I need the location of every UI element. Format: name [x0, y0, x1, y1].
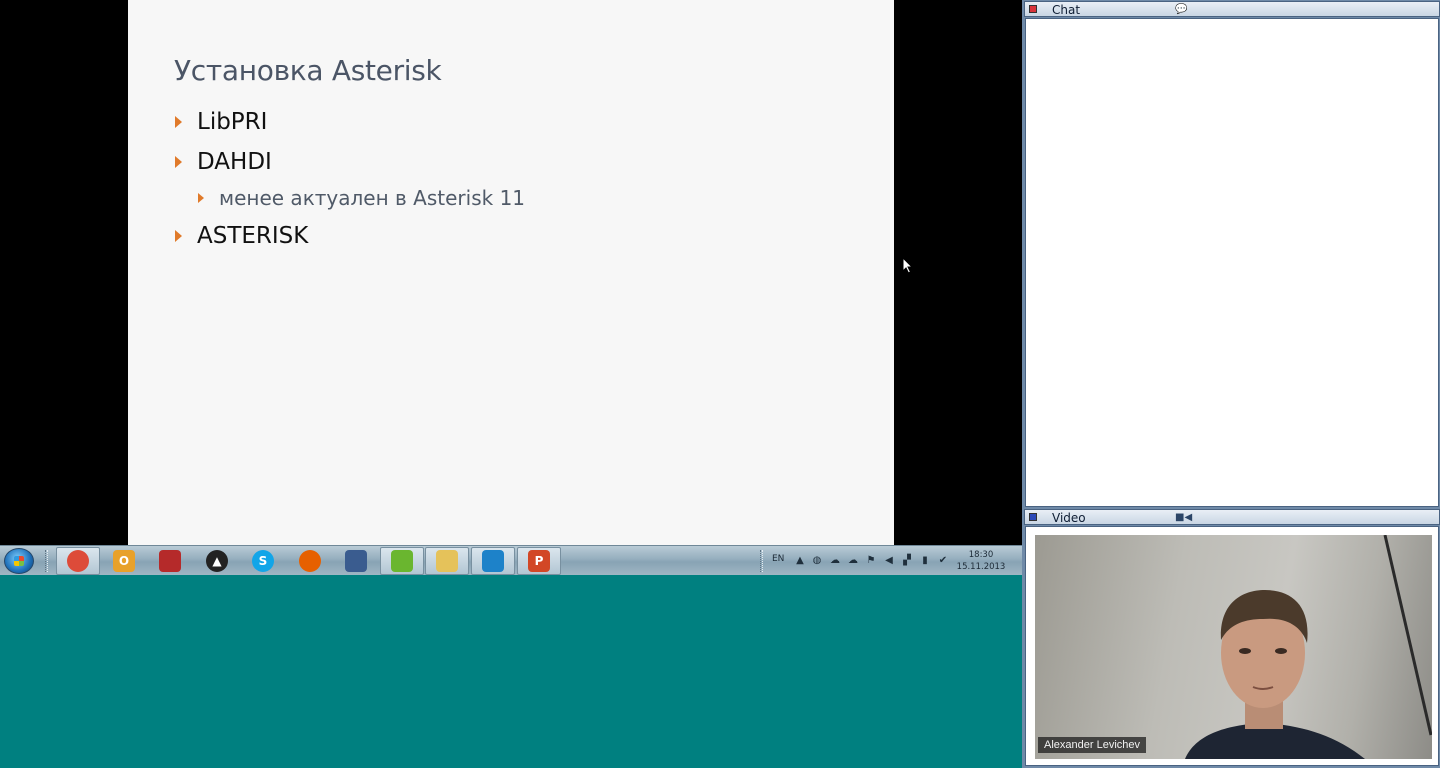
- bullet-arrow-icon: [198, 193, 204, 203]
- bullet-text: ASTERISK: [197, 223, 309, 249]
- bullet-text: LibPRI: [197, 109, 268, 135]
- taskbar-grip[interactable]: [45, 550, 48, 572]
- video-pod: Alexander Levichev: [1025, 526, 1439, 766]
- participant-name: Alexander Levichev: [1038, 737, 1147, 753]
- taskbar-app-button[interactable]: [288, 547, 332, 575]
- slide-sub-bullet: менее актуален в Asterisk 11: [198, 186, 525, 210]
- clock[interactable]: 18:30 15.11.2013: [956, 549, 1006, 573]
- chat-message-area[interactable]: [1025, 18, 1439, 507]
- network-signal-icon[interactable]: ▞: [901, 555, 913, 567]
- clock-time: 18:30: [968, 550, 994, 560]
- camera-icon[interactable]: ■◀: [1175, 512, 1192, 523]
- video-title: Video: [1052, 511, 1086, 525]
- outlook-icon: O: [113, 550, 135, 572]
- language-indicator[interactable]: EN: [772, 554, 784, 564]
- webcam-video: Alexander Levichev: [1035, 535, 1432, 759]
- slide-bullet-3: ASTERISK: [175, 223, 308, 249]
- screen-share-area: Установка Asterisk LibPRI DAHDI менее ак…: [0, 0, 1022, 768]
- taskbar-app-button[interactable]: [334, 547, 378, 575]
- slide-bullet-1: LibPRI: [175, 109, 267, 135]
- chat-pod-header[interactable]: Chat 💬: [1024, 1, 1440, 17]
- explorer-icon: [436, 550, 458, 572]
- slide-title: Установка Asterisk: [174, 54, 442, 87]
- taskbar-app-button[interactable]: [148, 547, 192, 575]
- firefox-icon: [299, 550, 321, 572]
- desktop-background: [0, 575, 1022, 768]
- taskbar-app-button[interactable]: O: [102, 547, 146, 575]
- taskbar-app-button[interactable]: P: [517, 547, 561, 575]
- cloud-sync-icon[interactable]: ☁: [829, 555, 841, 567]
- bullet-arrow-icon: [175, 230, 182, 242]
- video-status-icon: [1029, 513, 1037, 521]
- taskbar-app-button[interactable]: [56, 547, 100, 575]
- power-icon[interactable]: ▮: [919, 555, 931, 567]
- clock-date: 15.11.2013: [956, 562, 1006, 572]
- chat-bubble-icon[interactable]: 💬: [1175, 4, 1187, 15]
- taskbar-grip[interactable]: [760, 550, 763, 572]
- flag-icon[interactable]: ⚑: [865, 555, 877, 567]
- bullet-arrow-icon: [175, 156, 182, 168]
- chat-status-icon: [1029, 5, 1037, 13]
- system-tray: EN ▲ ◍ ☁ ☁ ⚑ ◀ ▞ ▮ ✔ 18:30 15.11.2013: [770, 546, 1022, 576]
- presentation-slide: Установка Asterisk LibPRI DAHDI менее ак…: [128, 0, 894, 545]
- skype-icon: S: [252, 550, 274, 572]
- bullet-text: менее актуален в Asterisk 11: [219, 186, 526, 210]
- mouse-cursor-icon: [902, 257, 914, 274]
- meeting-panels: Chat 💬 Video ■◀ Alexander Levichev: [1022, 0, 1440, 768]
- security-shield-icon[interactable]: ✔: [937, 555, 949, 567]
- volume-icon[interactable]: ◀: [883, 555, 895, 567]
- show-hidden-icons-icon[interactable]: ▲: [794, 555, 806, 567]
- powerpoint-icon: P: [528, 550, 550, 572]
- slide-bullet-2: DAHDI: [175, 149, 272, 175]
- outlook-mail-icon: [482, 550, 504, 572]
- network-icon: [345, 550, 367, 572]
- taskbar-app-button[interactable]: [425, 547, 469, 575]
- start-button[interactable]: [4, 548, 34, 574]
- vmware-icon: [391, 550, 413, 572]
- bullet-text: DAHDI: [197, 149, 272, 175]
- cloud-icon[interactable]: ☁: [847, 555, 859, 567]
- sync-icon[interactable]: ◍: [811, 555, 823, 567]
- archicad-icon: ▲: [206, 550, 228, 572]
- presenter-video-image: [1185, 535, 1432, 759]
- bullet-arrow-icon: [175, 116, 182, 128]
- taskbar-app-button[interactable]: ▲: [195, 547, 239, 575]
- chrome-icon: [67, 550, 89, 572]
- windows-taskbar: O ▲ S P EN ▲ ◍ ☁ ☁ ⚑ ◀ ▞ ▮ ✔ 18:30 15.11.20…: [0, 545, 1022, 575]
- chat-title: Chat: [1052, 3, 1081, 17]
- video-pod-header[interactable]: Video ■◀: [1024, 509, 1440, 525]
- taskbar-app-button[interactable]: S: [241, 547, 285, 575]
- taskbar-app-button[interactable]: [380, 547, 424, 575]
- taskbar-app-button[interactable]: [471, 547, 515, 575]
- books-icon: [159, 550, 181, 572]
